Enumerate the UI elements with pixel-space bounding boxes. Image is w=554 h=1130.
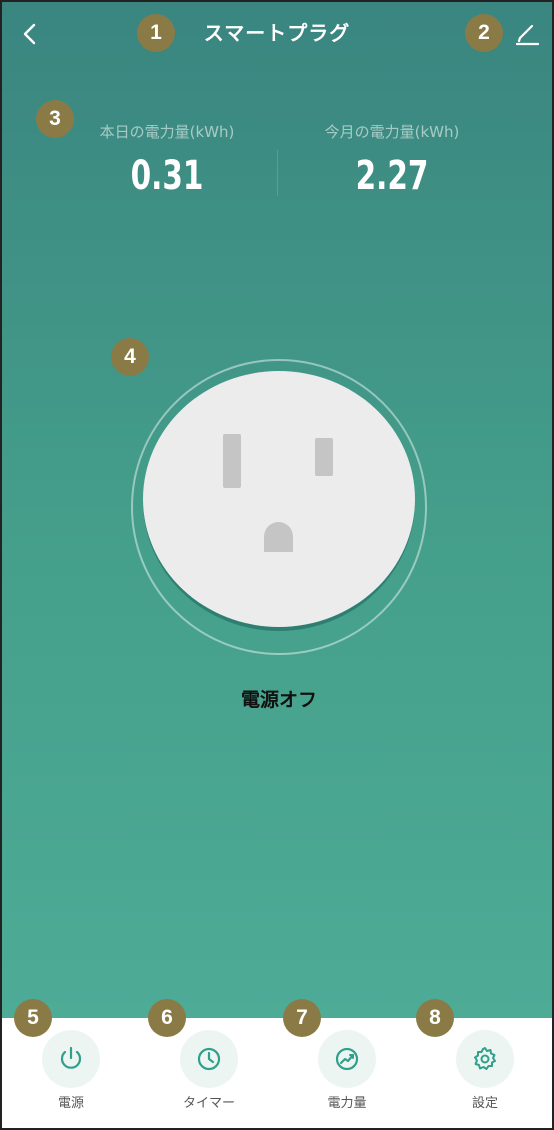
nav-timer-circle [180,1030,238,1088]
annotation-badge-5: 5 [14,999,52,1037]
back-button[interactable] [16,20,44,48]
annotation-badge-4: 4 [111,338,149,376]
month-energy-label: 今月の電力量(kWh) [324,123,460,141]
nav-settings-circle [456,1030,514,1088]
page-title: スマートプラグ [203,21,351,45]
month-energy-stat: 今月の電力量(kWh) 2.27 [277,120,507,204]
nav-power-circle [42,1030,100,1088]
today-energy-label: 本日の電力量(kWh) [99,123,235,141]
edit-button[interactable] [512,20,542,48]
annotation-badge-1: 1 [137,14,175,52]
nav-power-label: 電源 [57,1096,84,1111]
chevron-left-icon [23,23,36,45]
nav-energy[interactable]: 電力量 [297,1030,397,1120]
power-icon [60,1046,82,1069]
clock-icon [197,1047,221,1071]
plug-outlet-button[interactable] [143,371,415,627]
bottom-nav: 電源 タイマー 電力量 設定 5 6 7 8 [2,999,552,1128]
nav-settings[interactable]: 設定 [435,1030,535,1120]
power-status-text: 電源オフ [240,689,317,711]
outlet-ground-hole [264,522,293,552]
annotation-badge-2: 2 [465,14,503,52]
annotation-badge-6: 6 [148,999,186,1037]
nav-timer-label: タイマー [182,1096,235,1111]
today-energy-stat: 本日の電力量(kWh) 0.31 [52,120,282,204]
pencil-icon [515,24,540,46]
nav-power[interactable]: 電源 [21,1030,121,1120]
annotation-badge-8: 8 [416,999,454,1037]
annotation-badge-7: 7 [283,999,321,1037]
outlet-slot-left [223,434,241,488]
nav-energy-circle [318,1030,376,1088]
today-energy-value: 0.31 [130,153,204,199]
gear-icon [474,1047,496,1070]
month-energy-value: 2.27 [355,153,429,199]
trend-chart-icon [335,1047,359,1071]
screen-frame: スマートプラグ 1 2 3 4 本日の電力量(kWh) 0.31 今月の電力量(… [0,0,554,1130]
nav-settings-label: 設定 [471,1096,498,1111]
nav-energy-label: 電力量 [327,1096,367,1111]
nav-timer[interactable]: タイマー [159,1030,259,1120]
outlet-slot-right [315,438,333,476]
main-panel: スマートプラグ 1 2 3 4 本日の電力量(kWh) 0.31 今月の電力量(… [2,2,552,1018]
